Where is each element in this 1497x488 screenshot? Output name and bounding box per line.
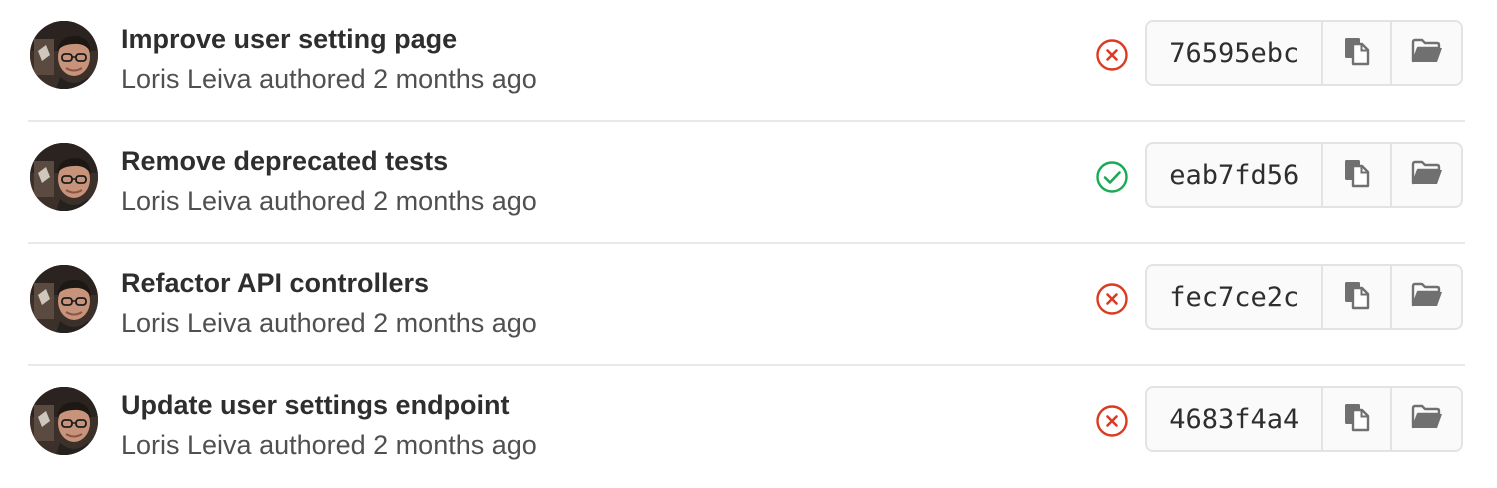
avatar[interactable] [30,387,98,455]
commit-sha-button[interactable]: eab7fd56 [1147,144,1324,206]
clipboard-icon [1342,157,1372,194]
commit-meta: Loris Leiva authored 2 months ago [121,186,537,216]
commit-row: Update user settings endpoint Loris Leiv… [28,366,1465,488]
status-success-icon[interactable] [1095,160,1129,194]
folder-open-icon [1410,159,1444,192]
commit-title[interactable]: Update user settings endpoint [121,390,510,421]
avatar[interactable] [30,143,98,211]
commit-sha-group: 4683f4a4 [1145,386,1463,452]
commit-sha-button[interactable]: 76595ebc [1147,22,1324,84]
copy-sha-button[interactable] [1323,22,1393,84]
folder-open-icon [1410,281,1444,314]
commit-title[interactable]: Remove deprecated tests [121,146,448,177]
avatar[interactable] [30,21,98,89]
commit-meta: Loris Leiva authored 2 months ago [121,430,537,460]
status-failed-icon[interactable] [1095,404,1129,438]
browse-files-button[interactable] [1392,22,1461,84]
copy-sha-button[interactable] [1323,144,1393,206]
status-failed-icon[interactable] [1095,282,1129,316]
commit-row: Remove deprecated tests Loris Leiva auth… [28,122,1465,244]
commit-sha-group: eab7fd56 [1145,142,1463,208]
status-failed-icon[interactable] [1095,38,1129,72]
copy-sha-button[interactable] [1323,266,1393,328]
copy-sha-button[interactable] [1323,388,1393,450]
commit-title[interactable]: Refactor API controllers [121,268,429,299]
commit-row: Improve user setting page Loris Leiva au… [28,0,1465,122]
commit-row: Refactor API controllers Loris Leiva aut… [28,244,1465,366]
commit-meta: Loris Leiva authored 2 months ago [121,308,537,338]
commit-sha-button[interactable]: fec7ce2c [1147,266,1324,328]
commit-list: Improve user setting page Loris Leiva au… [0,0,1497,480]
clipboard-icon [1342,279,1372,316]
folder-open-icon [1410,403,1444,436]
commit-meta: Loris Leiva authored 2 months ago [121,64,537,94]
avatar[interactable] [30,265,98,333]
commit-sha-group: fec7ce2c [1145,264,1463,330]
browse-files-button[interactable] [1392,388,1461,450]
commit-title[interactable]: Improve user setting page [121,24,457,55]
commit-sha-button[interactable]: 4683f4a4 [1147,388,1324,450]
folder-open-icon [1410,37,1444,70]
clipboard-icon [1342,35,1372,72]
browse-files-button[interactable] [1392,266,1461,328]
browse-files-button[interactable] [1392,144,1461,206]
clipboard-icon [1342,401,1372,438]
commit-sha-group: 76595ebc [1145,20,1463,86]
